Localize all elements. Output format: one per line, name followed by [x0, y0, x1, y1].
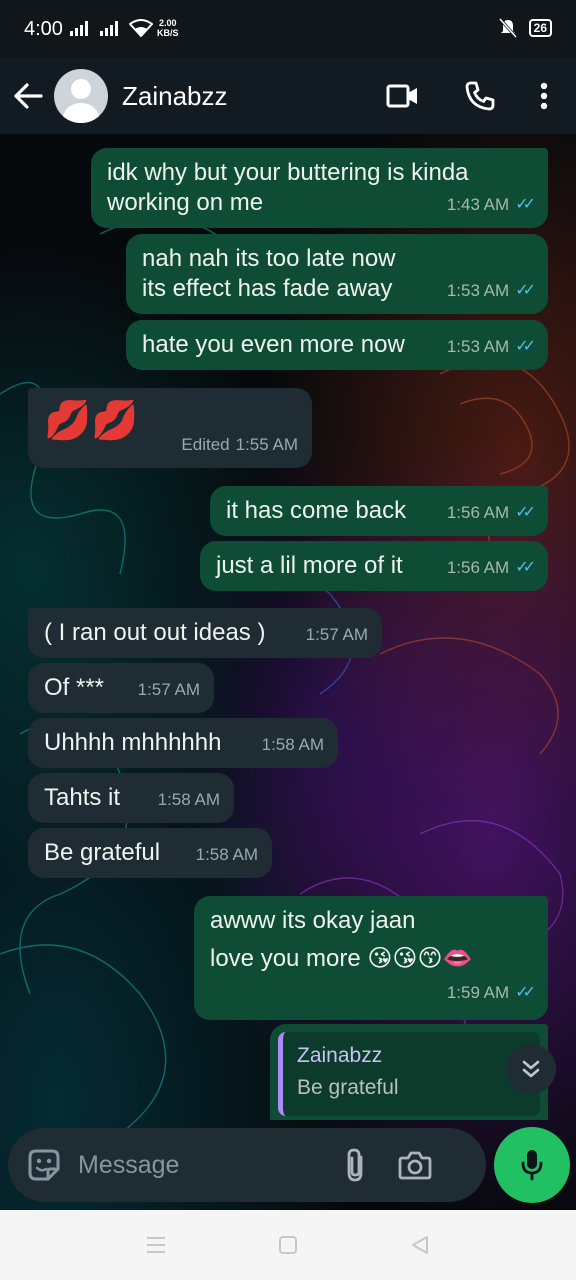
camera-icon[interactable]: [398, 1150, 432, 1180]
quoted-author: Zainabzz: [297, 1044, 383, 1067]
back-button[interactable]: [2, 58, 54, 134]
status-bar: 4:00 2.00 KB/S 26: [0, 0, 576, 58]
read-ticks-icon: ✓✓: [515, 282, 536, 299]
battery-icon: 26: [528, 19, 552, 37]
contact-name[interactable]: Zainabzz: [122, 81, 386, 112]
chat-header: Zainabzz: [0, 58, 576, 134]
wifi-icon: [129, 19, 153, 37]
message-outgoing[interactable]: it has come back 1:56 AM ✓✓: [210, 486, 548, 536]
network-speed: 2.00 KB/S: [157, 18, 179, 38]
back-arrow-icon: [14, 83, 43, 109]
phone-icon[interactable]: [464, 80, 496, 112]
attach-icon[interactable]: [342, 1147, 368, 1183]
read-ticks-icon: ✓✓: [515, 559, 536, 576]
back-nav-icon[interactable]: [409, 1234, 431, 1256]
read-ticks-icon: ✓✓: [515, 504, 536, 521]
message-outgoing[interactable]: hate you even more now 1:53 AM ✓✓: [126, 320, 548, 370]
system-navigation-bar: [0, 1210, 576, 1280]
message-incoming[interactable]: Tahts it 1:58 AM: [28, 773, 234, 823]
message-incoming[interactable]: 💋💋 Edited 1:55 AM: [28, 388, 312, 468]
more-vert-icon[interactable]: [540, 82, 548, 110]
message-input[interactable]: [78, 1150, 338, 1180]
sticker-icon[interactable]: [26, 1147, 62, 1183]
message-incoming[interactable]: ( I ran out out ideas ) 1:57 AM: [28, 608, 382, 658]
message-outgoing[interactable]: awww its okay jaan love you more 😘😘😙👄 1:…: [194, 896, 548, 1020]
recents-icon[interactable]: [145, 1235, 167, 1255]
scroll-down-button[interactable]: [506, 1044, 556, 1094]
status-time: 4:00: [24, 18, 63, 40]
chat-area[interactable]: idk why but your buttering is kinda work…: [0, 134, 576, 1210]
message-composer: [8, 1128, 486, 1202]
scroll-down-icon: [522, 1060, 540, 1078]
quoted-message[interactable]: Zainabzz Be grateful: [278, 1032, 540, 1116]
read-ticks-icon: ✓✓: [515, 984, 536, 1001]
mic-button[interactable]: [494, 1127, 570, 1203]
home-icon[interactable]: [277, 1234, 299, 1256]
mic-icon: [521, 1150, 543, 1181]
signal-icon: [70, 20, 88, 36]
message-outgoing[interactable]: nah nah its too late now its effect has …: [126, 234, 548, 314]
signal-icon-2: [100, 20, 118, 36]
message-incoming[interactable]: Be grateful 1:58 AM: [28, 828, 272, 878]
avatar[interactable]: [54, 69, 108, 123]
mute-icon: [498, 18, 517, 38]
read-ticks-icon: ✓✓: [515, 196, 536, 213]
quoted-text: Be grateful: [297, 1076, 399, 1099]
message-incoming[interactable]: Of *** 1:57 AM: [28, 663, 214, 713]
message-incoming[interactable]: Uhhhh mhhhhhh 1:58 AM: [28, 718, 338, 768]
message-outgoing[interactable]: just a lil more of it 1:56 AM ✓✓: [200, 541, 548, 591]
video-call-icon[interactable]: [386, 83, 420, 109]
read-ticks-icon: ✓✓: [515, 338, 536, 355]
message-outgoing[interactable]: idk why but your buttering is kinda work…: [91, 148, 548, 228]
